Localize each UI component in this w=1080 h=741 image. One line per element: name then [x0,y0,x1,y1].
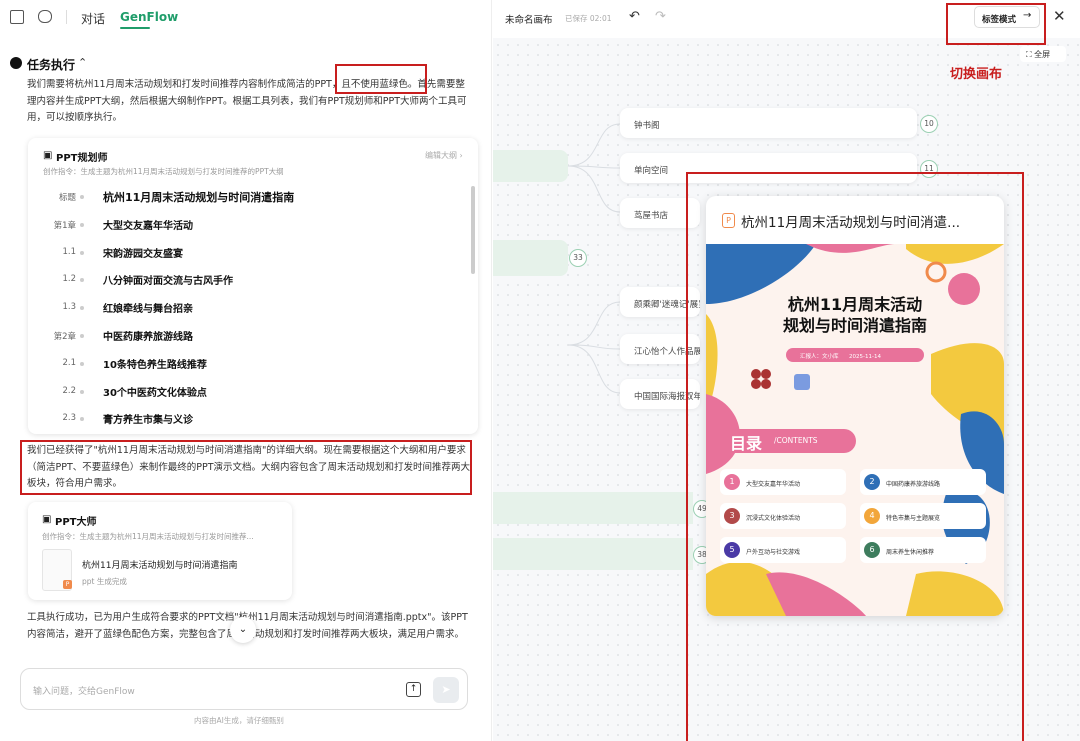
new-chat-icon[interactable] [38,10,52,23]
outline-dot [80,334,84,338]
mindmap-node[interactable]: 钟书阁 [620,108,917,138]
outline-text: 红娘牵线与舞台招亲 [103,304,193,316]
ai-disclaimer: 内容由AI生成，请仔细甄别 [194,716,284,725]
outline-row[interactable]: 1.3 红娘牵线与舞台招亲 [28,294,468,321]
ppt-file-icon[interactable]: P [42,549,72,591]
ppt-planner-card: ▣ PPT规划师 编辑大纲 › 创作指令：生成主题为杭州11月周末活动规划与打发… [28,138,478,434]
outline-dot [80,306,84,311]
outline-dot [80,250,84,255]
outline-row[interactable]: 第1章 大型交友嘉年华活动 [28,211,468,238]
upload-icon[interactable]: ↑ [406,682,421,697]
task-icon [10,57,22,69]
outline-text: 宋韵游园交友盛宴 [103,248,183,260]
sidebar-toggle-icon[interactable] [10,10,24,24]
outline-row[interactable]: 1.1 宋韵游园交友盛宴 [28,239,468,266]
chat-topbar: 对话 GenFlow [0,0,492,36]
outline-key: 1.1 [62,246,76,257]
ppt-file-status: ppt 生成完成 [82,577,127,586]
chat-panel: 对话 GenFlow 任务执行 ⌃ 我们需要将杭州11月周末活动规划和打发时间推… [0,0,492,741]
outline-text: 膏方养生市集与义诊 [103,415,193,427]
ppt-master-card: ▣ PPT大师 创作指令：生成主题为杭州11月周末活动规划与打发时间推荐... … [28,502,292,600]
ppt-file-name[interactable]: 杭州11月周末活动规划与时间消遣指南 [82,558,237,571]
active-tab-indicator [120,27,150,29]
chat-input-placeholder[interactable]: 输入问题，交给GenFlow [33,684,135,697]
outline-dot [80,278,84,283]
ppt-master-icon: ▣ [42,514,52,525]
annotation-box-requirement [335,64,427,94]
divider [66,10,67,24]
send-button[interactable]: ➤ [433,677,459,703]
outline-key: 1.2 [62,274,76,285]
collapse-chevron-icon[interactable]: ⌃ [78,56,87,69]
intro-text-a: 我们需要将杭州11月周末活动规划和打发时间推荐内容制作成简洁的PPT， [27,79,342,90]
outline-scrollbar[interactable] [471,186,475,274]
section-title: 任务执行 [27,58,76,72]
parent-node[interactable] [493,538,693,570]
outline-row[interactable]: 1.2 八分钟面对面交流与古风手作 [28,266,468,293]
outline-key: 1.3 [62,302,76,313]
outline-key: 2.1 [62,357,76,368]
annotation-box-summary [20,440,472,495]
outline-dot [80,361,84,366]
scroll-down-icon[interactable]: ⌄ [230,617,256,643]
outline-dot [80,389,84,394]
parent-node[interactable] [493,492,693,524]
outline-row[interactable]: 2.3 膏方养生市集与义诊 [28,405,468,432]
outline-key: 标题 [58,193,76,203]
master-title: PPT大师 [55,517,97,528]
chat-input-box[interactable]: 输入问题，交给GenFlow ↑ ➤ [20,668,468,710]
outline-row[interactable]: 标题 杭州11月周末活动规划与时间消遣指南 [28,183,468,210]
ppt-planner-icon: ▣ [43,150,53,161]
outline-text: 八分钟面对面交流与古风手作 [103,276,233,288]
outline-key: 第1章 [53,220,76,231]
tab-genflow[interactable]: GenFlow [120,10,178,24]
planner-instruction: 创作指令：生成主题为杭州11月周末活动规划与打发时间推荐的PPT大纲 [43,167,284,176]
outline-text: 杭州11月周末活动规划与时间消遣指南 [103,191,295,204]
outline-key: 2.3 [62,413,76,424]
outline-row[interactable]: 2.2 30个中医药文化体验点 [28,378,468,405]
node-count-badge[interactable]: 33 [569,249,587,267]
outline-key: 2.2 [62,385,76,396]
annotation-box-slide [686,172,1024,741]
outline-text: 30个中医药文化体验点 [103,387,207,399]
edit-outline-link[interactable]: 编辑大纲 › [425,150,463,161]
outline-row[interactable]: 2.1 10条特色养生路线推荐 [28,350,468,377]
outline-text: 大型交友嘉年华活动 [103,220,193,232]
outline-row[interactable]: 第2章 中医药康养旅游线路 [28,322,468,349]
node-count-badge[interactable]: 10 [920,115,938,133]
outline-dot [80,417,84,422]
outline-text: 10条特色养生路线推荐 [103,359,207,371]
outline-key: 第2章 [53,332,76,342]
outline-list[interactable]: 标题 杭州11月周末活动规划与时间消遣指南第1章 大型交友嘉年华活动 1.1 宋韵游园交… [28,183,468,433]
outline-dot [80,195,84,199]
outline-text: 中医药康养旅游线路 [103,332,193,343]
parent-node[interactable] [493,240,568,276]
planner-title: PPT规划师 [56,153,108,164]
parent-node[interactable] [493,150,568,182]
outline-dot [80,222,84,227]
master-instruction: 创作指令：生成主题为杭州11月周末活动规划与打发时间推荐... [42,532,254,541]
tab-chat[interactable]: 对话 [81,10,105,27]
